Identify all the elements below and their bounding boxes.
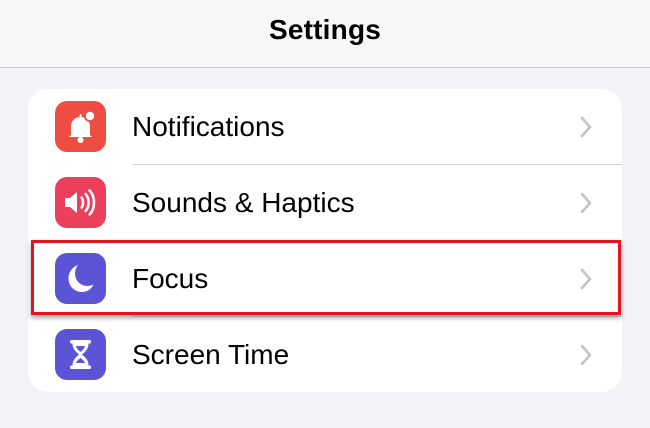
settings-row-label: Focus	[132, 263, 209, 294]
moon-icon	[55, 253, 106, 304]
speaker-icon	[55, 177, 106, 228]
chevron-right-icon	[578, 267, 594, 291]
chevron-right-icon	[578, 343, 594, 367]
chevron-right-icon	[578, 115, 594, 139]
settings-row-label: Sounds & Haptics	[132, 187, 355, 218]
settings-list: Notifications Sounds & Haptics Focus Scr…	[28, 89, 622, 392]
settings-row-focus[interactable]: Focus	[28, 241, 622, 317]
settings-row-sounds-haptics[interactable]: Sounds & Haptics	[28, 165, 622, 241]
settings-row-label: Screen Time	[132, 339, 290, 370]
page-title: Settings	[268, 14, 382, 45]
navigation-bar: Settings	[0, 0, 650, 68]
settings-row-label: Notifications	[132, 111, 285, 142]
settings-row-screen-time[interactable]: Screen Time	[28, 317, 622, 392]
settings-row-notifications[interactable]: Notifications	[28, 89, 622, 165]
hourglass-icon	[55, 329, 106, 380]
bell-icon	[55, 101, 106, 152]
chevron-right-icon	[578, 191, 594, 215]
